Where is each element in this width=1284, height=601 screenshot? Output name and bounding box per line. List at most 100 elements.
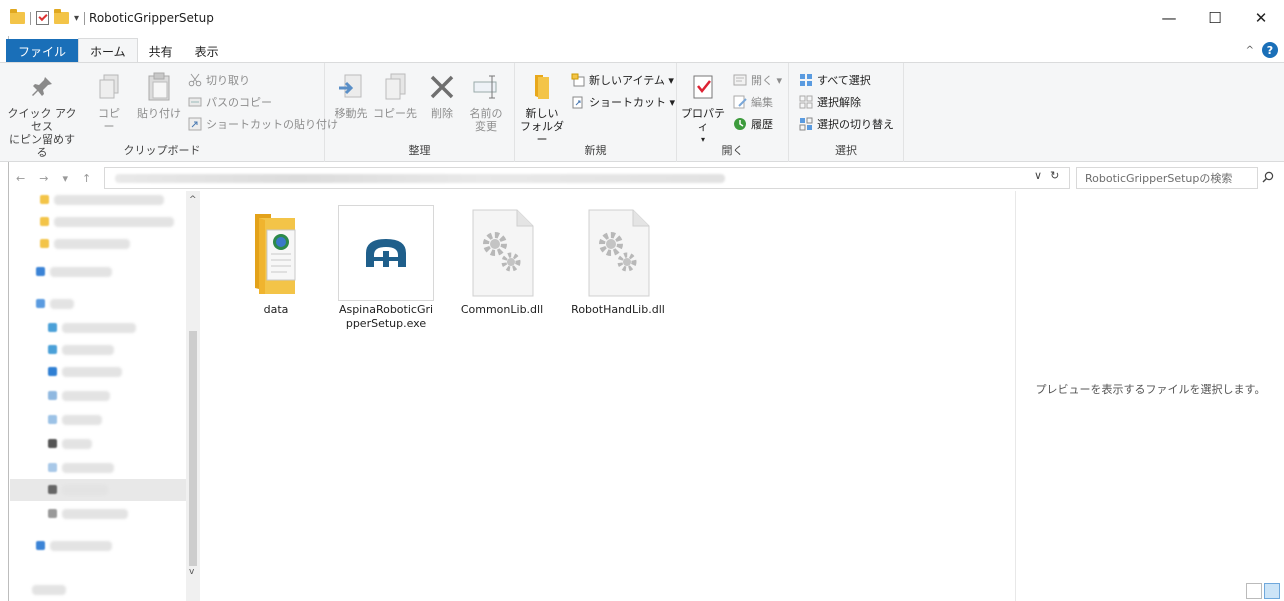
new-folder-quick-icon[interactable] bbox=[54, 9, 69, 24]
new-folder-icon bbox=[526, 69, 558, 105]
file-list[interactable]: data AspinaRoboticGripperSetup.exe Commo… bbox=[200, 191, 1015, 601]
move-to-icon bbox=[335, 69, 367, 105]
file-item-exe[interactable]: AspinaRoboticGripperSetup.exe bbox=[332, 205, 440, 331]
nav-item[interactable] bbox=[54, 217, 174, 227]
invert-selection-label: 選択の切り替え bbox=[817, 118, 894, 131]
copy-to-label: コピー先 bbox=[373, 107, 417, 120]
edit-button[interactable]: 編集 bbox=[733, 94, 773, 110]
minimize-button[interactable]: — bbox=[1146, 0, 1192, 36]
nav-folder-icon bbox=[40, 195, 49, 204]
paste-button[interactable]: 貼り付け bbox=[137, 69, 181, 120]
nav-item[interactable] bbox=[54, 239, 130, 249]
copy-path-button[interactable]: パスのコピー bbox=[188, 94, 272, 110]
nav-folder-icon bbox=[48, 391, 57, 400]
rename-icon bbox=[470, 69, 502, 105]
history-button[interactable]: 履歴 bbox=[733, 116, 773, 132]
address-history-chevron-icon[interactable]: ∨ bbox=[1034, 169, 1042, 182]
edit-icon bbox=[733, 95, 747, 109]
file-item-robothandlib[interactable]: RobotHandLib.dll bbox=[564, 205, 672, 317]
organize-group: 移動先 コピー先 削除 名前の 変更 整理 bbox=[325, 63, 515, 162]
nav-folder-icon bbox=[40, 217, 49, 226]
rename-label-line1: 名前の bbox=[469, 107, 503, 120]
nav-item[interactable] bbox=[62, 415, 102, 425]
nav-status-text bbox=[32, 585, 66, 595]
cut-button[interactable]: 切り取り bbox=[188, 72, 250, 88]
history-label: 履歴 bbox=[751, 118, 773, 131]
new-item-button[interactable]: 新しいアイテム ▾ bbox=[571, 72, 674, 88]
copy-button[interactable]: コピー bbox=[94, 69, 124, 133]
nav-item[interactable] bbox=[62, 463, 114, 473]
forward-arrow-icon[interactable]: → bbox=[39, 172, 48, 185]
open-button[interactable]: 開く ▾ bbox=[733, 72, 782, 88]
properties-label: プロパティ bbox=[681, 107, 725, 133]
tab-home[interactable]: ホーム bbox=[78, 38, 138, 63]
back-arrow-icon[interactable]: ← bbox=[16, 172, 25, 185]
nav-item[interactable] bbox=[50, 299, 74, 309]
tab-share[interactable]: 共有 bbox=[138, 39, 184, 63]
select-none-button[interactable]: 選択解除 bbox=[799, 94, 861, 110]
select-group-label: 選択 bbox=[835, 144, 857, 157]
tab-view[interactable]: 表示 bbox=[184, 39, 230, 63]
help-icon[interactable]: ? bbox=[1262, 42, 1278, 58]
new-group-label: 新規 bbox=[584, 144, 607, 157]
edit-label: 編集 bbox=[751, 96, 773, 109]
up-arrow-icon[interactable]: ↑ bbox=[82, 172, 91, 185]
copy-icon bbox=[93, 69, 125, 105]
nav-scrollbar-thumb[interactable] bbox=[189, 331, 197, 566]
select-all-icon bbox=[799, 73, 813, 87]
close-button[interactable]: ✕ bbox=[1238, 0, 1284, 36]
nav-item[interactable] bbox=[62, 485, 108, 495]
delete-button[interactable]: 削除 bbox=[425, 69, 459, 120]
nav-item[interactable] bbox=[62, 509, 128, 519]
collapse-ribbon-chevron-icon[interactable]: ^ bbox=[1246, 45, 1254, 56]
title-bar: ▾ RoboticGripperSetup — ☐ ✕ bbox=[0, 0, 1284, 36]
search-icon[interactable] bbox=[1262, 171, 1274, 183]
copy-to-button[interactable]: コピー先 bbox=[373, 69, 417, 120]
nav-folder-icon bbox=[48, 345, 57, 354]
paste-shortcut-icon bbox=[188, 117, 202, 131]
properties-icon bbox=[687, 69, 719, 105]
rename-button[interactable]: 名前の 変更 bbox=[465, 69, 507, 133]
new-folder-button[interactable]: 新しい フォルダー bbox=[519, 69, 565, 146]
address-input[interactable] bbox=[104, 167, 1070, 189]
open-label: 開く ▾ bbox=[751, 74, 783, 87]
nav-folder-icon bbox=[48, 463, 57, 472]
nav-item[interactable] bbox=[54, 195, 164, 205]
nav-item[interactable] bbox=[62, 367, 122, 377]
invert-selection-icon bbox=[799, 117, 813, 131]
details-view-button[interactable] bbox=[1246, 583, 1262, 599]
nav-drive-icon bbox=[48, 485, 57, 494]
properties-quick-icon[interactable] bbox=[36, 11, 49, 25]
clipboard-group-label: クリップボード bbox=[123, 144, 201, 157]
nav-pc-icon bbox=[36, 299, 45, 308]
large-icons-view-button[interactable] bbox=[1264, 583, 1280, 599]
move-to-button[interactable]: 移動先 bbox=[331, 69, 371, 120]
select-all-button[interactable]: すべて選択 bbox=[799, 72, 871, 88]
refresh-icon[interactable]: ↻ bbox=[1050, 169, 1059, 182]
new-item-label: 新しいアイテム ▾ bbox=[589, 74, 674, 87]
paste-shortcut-button[interactable]: ショートカットの貼り付け bbox=[188, 116, 338, 132]
maximize-button[interactable]: ☐ bbox=[1192, 0, 1238, 36]
nav-item[interactable] bbox=[50, 267, 112, 277]
nav-item[interactable] bbox=[62, 439, 92, 449]
select-all-label: すべて選択 bbox=[817, 74, 871, 87]
scroll-up-icon[interactable]: ^ bbox=[189, 195, 197, 205]
recent-chevron-icon[interactable]: ▾ bbox=[62, 172, 68, 185]
search-input[interactable]: RoboticGripperSetupの検索 bbox=[1076, 167, 1258, 189]
customize-toolbar-chevron-icon[interactable]: ▾ bbox=[74, 13, 79, 24]
scroll-down-icon[interactable]: v bbox=[189, 567, 194, 577]
select-group: すべて選択 選択解除 選択の切り替え 選択 bbox=[789, 63, 904, 162]
properties-button[interactable]: プロパティ ▾ bbox=[681, 69, 725, 146]
nav-item[interactable] bbox=[50, 541, 112, 551]
file-item-commonlib[interactable]: CommonLib.dll bbox=[448, 205, 556, 317]
tab-file[interactable]: ファイル bbox=[6, 39, 79, 63]
file-item-data[interactable]: data bbox=[222, 205, 330, 317]
easy-access-button[interactable]: ショートカット ▾ bbox=[571, 94, 675, 110]
nav-item[interactable] bbox=[62, 345, 114, 355]
nav-item[interactable] bbox=[62, 323, 136, 333]
invert-selection-button[interactable]: 選択の切り替え bbox=[799, 116, 894, 132]
delete-label: 削除 bbox=[431, 107, 453, 120]
nav-item[interactable] bbox=[62, 391, 110, 401]
file-name: AspinaRoboticGripperSetup.exe bbox=[338, 303, 434, 330]
open-group-label: 開く bbox=[721, 144, 744, 157]
